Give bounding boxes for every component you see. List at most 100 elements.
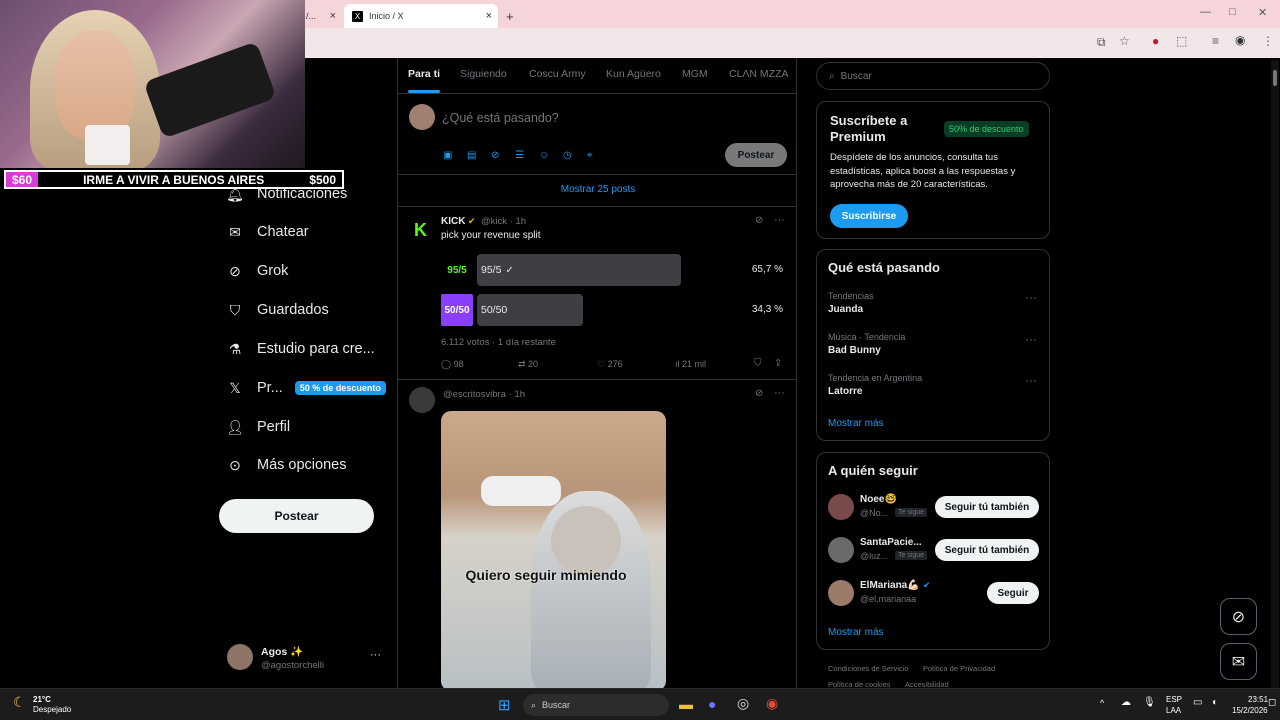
search-input[interactable]: ⌕ Buscar	[816, 62, 1050, 90]
minimize-icon[interactable]: —	[1200, 6, 1211, 18]
subscribe-button[interactable]: Suscribirse	[830, 204, 908, 228]
footer-terms[interactable]: Condiciones de Servicio	[828, 664, 908, 673]
nav-perfil[interactable]: 👤︎ Perfil	[226, 414, 290, 440]
grok-icon[interactable]: ⊘	[755, 388, 763, 399]
opera-icon[interactable]: ●	[1152, 34, 1159, 48]
browser-tab-active[interactable]: X Inicio / X ×	[344, 4, 498, 28]
post-handle[interactable]: @kick · 1h	[481, 216, 526, 227]
tab-mgm[interactable]: MGM	[682, 68, 708, 80]
clock-time[interactable]: 23:51	[1248, 695, 1268, 704]
grok-float-button[interactable]: ⊘	[1220, 598, 1257, 635]
post-author[interactable]: KICK	[441, 216, 465, 227]
volume-icon[interactable]: ◖	[1211, 697, 1217, 708]
close-window-icon[interactable]: ✕	[1258, 6, 1267, 19]
mic-icon[interactable]: 🎙︎	[1143, 697, 1156, 708]
premium-card: Suscríbete a Premium 50% de descuento De…	[816, 101, 1050, 239]
footer-privacy[interactable]: Política de Privacidad	[923, 664, 995, 673]
notification-icon[interactable]: ◻	[1268, 697, 1276, 708]
chrome-icon[interactable]: ◉	[766, 695, 778, 712]
star-icon[interactable]: ☆	[1119, 34, 1130, 48]
follow-name[interactable]: Noee🤓	[860, 494, 897, 505]
poll-option-bar[interactable]: 95/5 ✓	[477, 254, 681, 286]
trend-name[interactable]: Bad Bunny	[828, 345, 881, 356]
grok-icon[interactable]: ⊘	[755, 215, 763, 226]
emoji-icon[interactable]: ☺	[539, 150, 549, 161]
taskbar-search[interactable]: ⌕ Buscar	[523, 694, 669, 716]
bookmark-icon[interactable]: ⛉	[754, 358, 762, 369]
follow-button[interactable]: Seguir	[987, 582, 1039, 604]
more-dots-icon[interactable]: ···	[774, 214, 785, 226]
folder-icon[interactable]: ▬	[679, 696, 693, 712]
post-image[interactable]: Quiero seguir mimiendo	[441, 411, 666, 688]
location-icon[interactable]: ⌖	[587, 150, 593, 161]
poll-option-bar[interactable]: 50/50	[477, 294, 583, 326]
follow-name[interactable]: SantaPacie...	[860, 537, 922, 548]
nav-guardados[interactable]: ⛉ Guardados	[227, 297, 329, 323]
follow-back-button[interactable]: Seguir tú también	[935, 539, 1039, 561]
tab-clan-mzza[interactable]: CLΛN MZZA	[729, 68, 789, 80]
nav-estudio[interactable]: ⚗ Estudio para cre...	[227, 336, 375, 362]
follow-name[interactable]: ElMariana💪🏻	[860, 580, 920, 591]
trends-show-more[interactable]: Mostrar más	[828, 418, 884, 429]
reply-button[interactable]: ◯ 98	[441, 359, 464, 370]
profile-icon[interactable]: ◉	[1235, 33, 1245, 47]
schedule-icon[interactable]: ◷	[563, 150, 572, 161]
chevron-up-icon[interactable]: ^	[1100, 698, 1104, 708]
repost-button[interactable]: ⇄ 20	[518, 359, 538, 370]
nav-label: Pr...	[257, 380, 283, 396]
clock-date[interactable]: 15/2/2026	[1232, 706, 1268, 715]
like-button[interactable]: ♡ 276	[597, 359, 623, 370]
nav-premium[interactable]: 𝕏 Pr... 50 % de descuento	[227, 375, 386, 401]
lang-indicator[interactable]: ESP	[1166, 695, 1182, 704]
trend-name[interactable]: Juanda	[828, 304, 863, 315]
more-dots-icon[interactable]: ···	[1025, 290, 1037, 304]
image-icon[interactable]: ▣	[443, 150, 452, 161]
menu-dots-icon[interactable]: ⋮	[1262, 34, 1274, 48]
media-icon[interactable]: ≡	[1212, 34, 1219, 48]
obs-icon[interactable]: ◎	[737, 695, 749, 712]
discord-icon[interactable]: ●	[708, 696, 716, 712]
install-icon[interactable]: ⧉	[1097, 35, 1106, 50]
nav-mas-opciones[interactable]: ⊙ Más opciones	[227, 452, 346, 478]
compose-post-button[interactable]: Postear	[725, 143, 787, 167]
tab-coscu-army[interactable]: Coscu Army	[529, 68, 586, 80]
grok-icon[interactable]: ⊘	[491, 150, 499, 161]
weather-temp[interactable]: 21°C	[33, 695, 51, 704]
close-icon[interactable]: ×	[330, 10, 336, 22]
tab-para-ti[interactable]: Para ti	[408, 68, 441, 93]
account-switcher[interactable]: Agos ✨ @agostorchelli ···	[227, 643, 387, 673]
maximize-icon[interactable]: □	[1229, 6, 1236, 18]
share-icon[interactable]: ⇪	[774, 358, 782, 369]
more-dots-icon[interactable]: ···	[1025, 332, 1037, 346]
windows-start-icon[interactable]: ⊞	[498, 696, 511, 714]
new-tab-button[interactable]: +	[506, 4, 514, 28]
scrollbar-thumb[interactable]	[1273, 70, 1277, 86]
nav-grok[interactable]: ⊘ Grok	[227, 258, 288, 284]
nav-notificaciones[interactable]: 🔔︎ Notificaciones	[226, 181, 347, 207]
browser-tab-previous[interactable]: /... ×	[306, 4, 342, 28]
trend-name[interactable]: Latorre	[828, 386, 862, 397]
more-dots-icon[interactable]: ···	[1025, 373, 1037, 387]
monitor-icon[interactable]: ▭	[1193, 697, 1202, 708]
close-icon[interactable]: ×	[486, 10, 492, 22]
post-button[interactable]: Postear	[219, 499, 374, 533]
nav-chatear[interactable]: ✉ Chatear	[227, 219, 308, 245]
more-dots-icon[interactable]: ···	[774, 387, 785, 399]
compose-input[interactable]: ¿Qué está pasando?	[442, 111, 559, 125]
bell-icon: 🔔︎	[226, 185, 244, 202]
tab-kun-aguero[interactable]: Kun Agüero	[606, 68, 661, 80]
scrollbar[interactable]	[1271, 60, 1279, 688]
poll-icon[interactable]: ☰	[515, 150, 524, 161]
gif-icon[interactable]: ▤	[467, 150, 476, 161]
show-more-posts[interactable]: Mostrar 25 posts	[398, 184, 796, 195]
follow-back-button[interactable]: Seguir tú también	[935, 496, 1039, 518]
more-dots-icon[interactable]: ···	[370, 649, 381, 661]
weather-desc[interactable]: Despejado	[33, 705, 71, 714]
extensions-icon[interactable]: ⬚	[1176, 34, 1187, 48]
messages-float-button[interactable]: ✉	[1220, 643, 1257, 680]
tab-siguiendo[interactable]: Siguiendo	[460, 68, 507, 80]
post-handle[interactable]: @escritosvibra · 1h	[443, 389, 525, 400]
onedrive-icon[interactable]: ☁	[1121, 697, 1131, 708]
follow-show-more[interactable]: Mostrar más	[828, 627, 884, 638]
views-button[interactable]: ıl 21 mil	[675, 359, 706, 369]
